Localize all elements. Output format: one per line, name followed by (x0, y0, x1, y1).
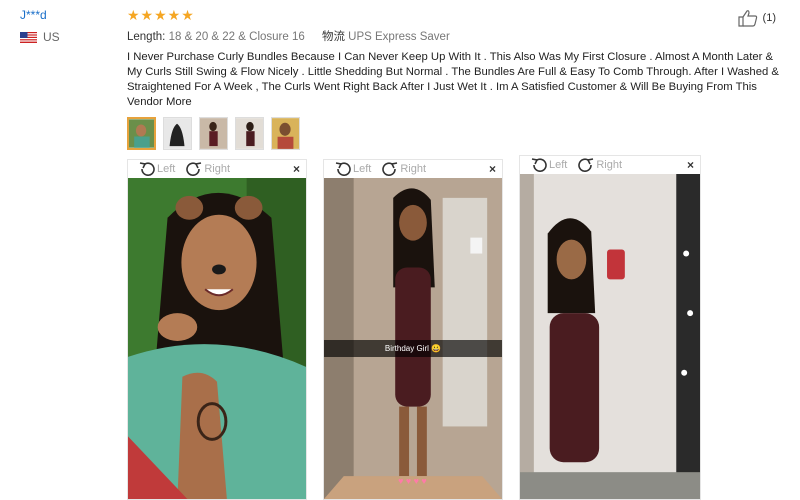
us-flag-icon (20, 31, 37, 43)
rotate-left-label: Left (549, 159, 568, 171)
photo-thumbnail[interactable] (127, 117, 156, 150)
star-rating: ★★★★★ (127, 7, 195, 23)
review-photo: ♥ ♥ ♥ ♥ Birthday Girl 😀 (324, 178, 502, 499)
review-content: ★★★★★ Length: 18 & 20 & 22 & Closure 16 … (127, 8, 782, 110)
rotate-right-label: Right (400, 163, 427, 175)
logistics-value: UPS Express Saver (348, 31, 450, 43)
reviewer-name[interactable]: J***d (20, 8, 60, 22)
rotate-right-label: Right (596, 159, 623, 171)
rotate-left-label: Left (157, 163, 176, 175)
close-button[interactable]: × (687, 158, 694, 172)
rotate-left-button[interactable]: Left (334, 161, 371, 177)
reviewer-info: J***d US (20, 8, 60, 44)
photo-thumbnail[interactable] (235, 117, 264, 150)
rotate-left-icon (139, 162, 155, 176)
reviewer-country: US (20, 30, 60, 44)
logistics-label: 物流 (321, 31, 345, 43)
review-photo (520, 174, 700, 499)
viewer-toolbar: Left Right × (520, 156, 700, 174)
close-button[interactable]: × (293, 162, 300, 176)
rotate-right-button[interactable]: Right (577, 157, 622, 173)
country-code: US (43, 30, 60, 44)
viewer-toolbar: Left Right × (128, 160, 306, 178)
review-attributes: Length: 18 & 20 & 22 & Closure 16 物流 UPS… (127, 28, 782, 44)
rotate-left-button[interactable]: Left (530, 157, 567, 173)
rotate-right-button[interactable]: Right (381, 161, 426, 177)
close-button[interactable]: × (489, 162, 496, 176)
review-text: I Never Purchase Curly Bundles Because I… (127, 51, 779, 108)
rotate-left-icon (335, 162, 351, 176)
viewer-toolbar: Left Right × (324, 160, 502, 178)
rotate-left-icon (531, 158, 547, 172)
svg-text:♥ ♥ ♥ ♥: ♥ ♥ ♥ ♥ (398, 476, 427, 486)
photo-thumbnail[interactable] (199, 117, 228, 150)
rotate-right-button[interactable]: Right (185, 161, 230, 177)
photo-thumbnail[interactable] (271, 117, 300, 150)
rotate-right-label: Right (204, 163, 231, 175)
photo-caption-text: Birthday Girl 😀 (384, 344, 442, 353)
photo-viewer: Left Right × ♥ ♥ ♥ ♥ Birthday Girl 😀 (323, 159, 503, 500)
photo-caption: Birthday Girl 😀 (324, 340, 502, 357)
photo-viewer: Left Right × (519, 155, 701, 500)
rotate-right-icon (382, 162, 398, 176)
rotate-left-button[interactable]: Left (138, 161, 175, 177)
photo-thumbnail[interactable] (163, 117, 192, 150)
rotate-right-icon (578, 158, 594, 172)
photo-thumbnails (127, 117, 300, 150)
photo-viewer: Left Right × (127, 159, 307, 500)
review-photo (128, 178, 306, 499)
rotate-right-icon (186, 162, 202, 176)
length-label: Length: (127, 31, 166, 43)
length-value: 18 & 20 & 22 & Closure 16 (168, 31, 305, 43)
rotate-left-label: Left (353, 163, 372, 175)
